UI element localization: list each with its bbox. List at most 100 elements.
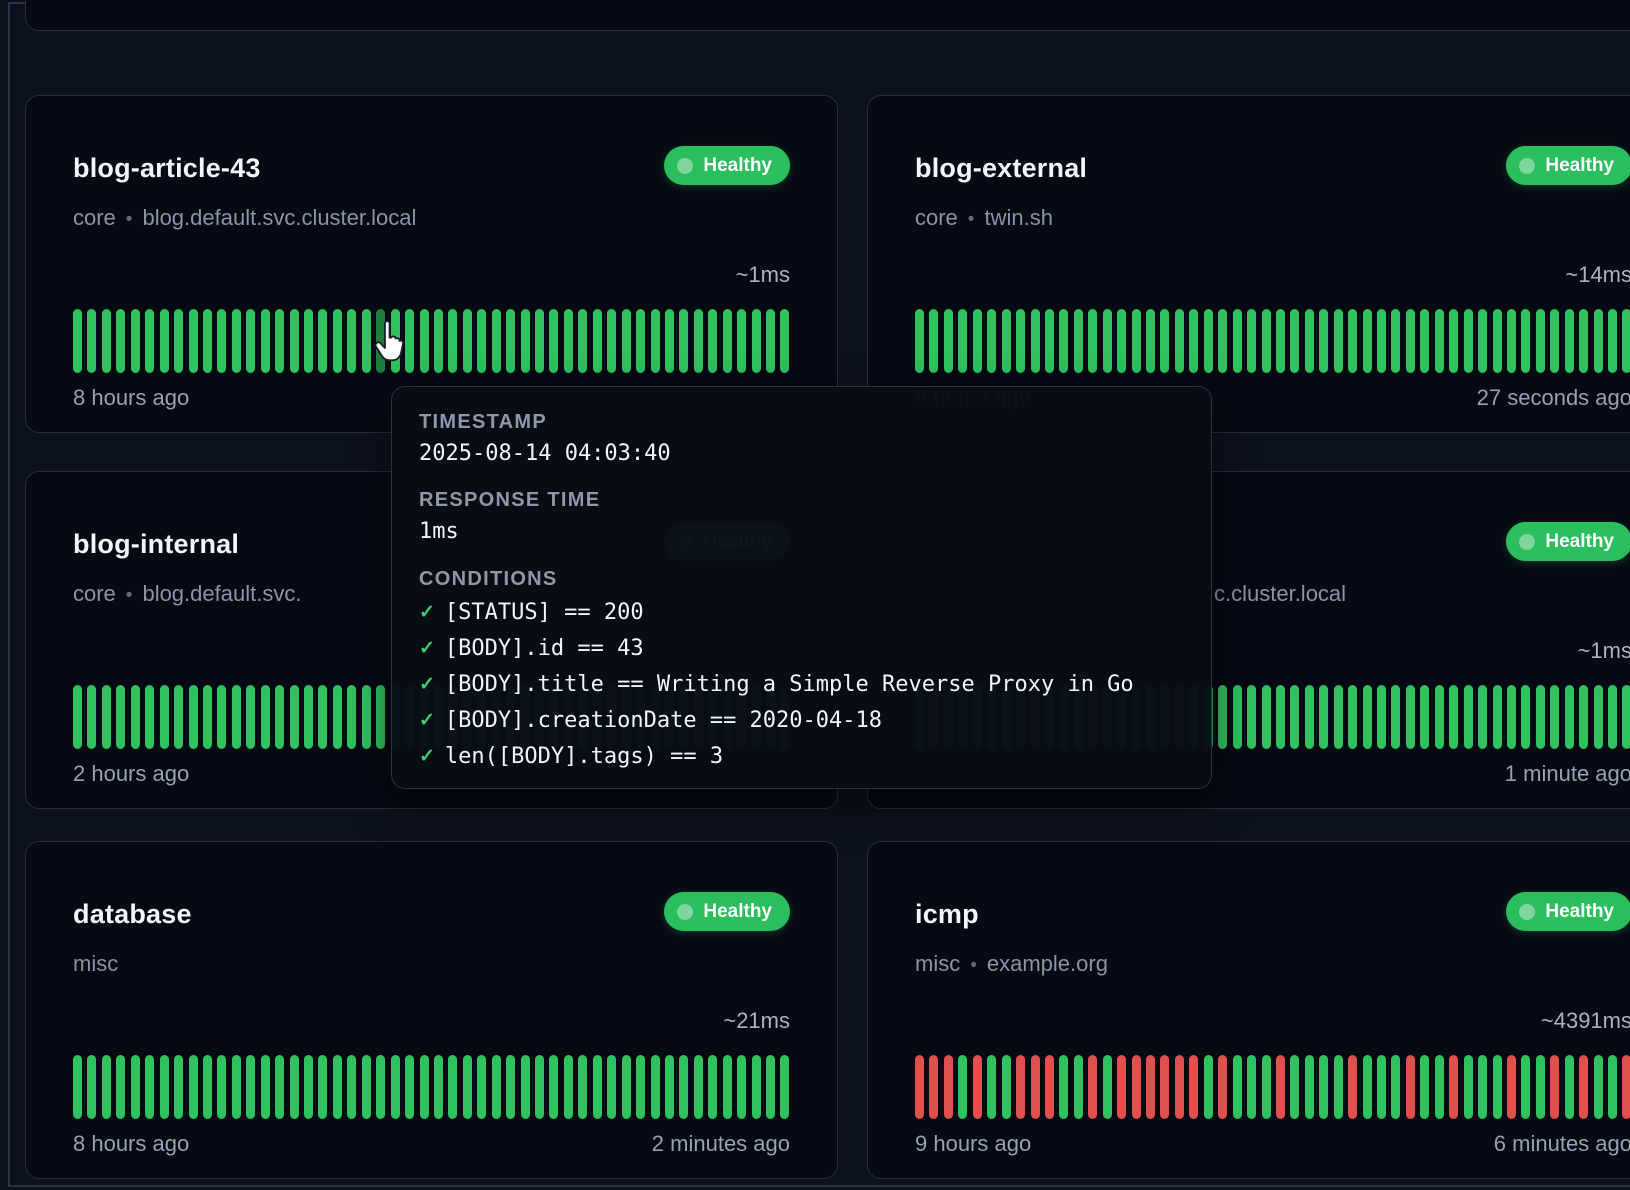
uptime-bar-down[interactable] — [1016, 1055, 1025, 1119]
uptime-bar-up[interactable] — [318, 685, 327, 749]
uptime-bar-up[interactable] — [1449, 309, 1458, 373]
uptime-bar-up[interactable] — [73, 309, 82, 373]
uptime-bar-up[interactable] — [160, 1055, 169, 1119]
uptime-bar-up[interactable] — [405, 1055, 414, 1119]
uptime-bar-up[interactable] — [958, 309, 967, 373]
uptime-bar-up[interactable] — [420, 309, 429, 373]
uptime-bar-up[interactable] — [651, 1055, 660, 1119]
uptime-bar-up[interactable] — [318, 1055, 327, 1119]
uptime-bar-up[interactable] — [564, 1055, 573, 1119]
uptime-bar-up[interactable] — [1493, 1055, 1502, 1119]
uptime-bar-up[interactable] — [723, 309, 732, 373]
uptime-bar-up[interactable] — [261, 685, 270, 749]
uptime-bar-up[interactable] — [448, 1055, 457, 1119]
uptime-bar-up[interactable] — [636, 1055, 645, 1119]
uptime-bar-chart[interactable] — [73, 309, 790, 373]
uptime-bar-up[interactable] — [1435, 309, 1444, 373]
uptime-bar-up[interactable] — [1262, 685, 1271, 749]
uptime-bar-up[interactable] — [578, 309, 587, 373]
uptime-bar-up[interactable] — [477, 309, 486, 373]
uptime-bar-up[interactable] — [1204, 309, 1213, 373]
uptime-bar-up[interactable] — [1175, 309, 1184, 373]
uptime-bar-up[interactable] — [521, 1055, 530, 1119]
uptime-bar-up[interactable] — [333, 309, 342, 373]
uptime-bar-up[interactable] — [246, 685, 255, 749]
uptime-bar-up[interactable] — [679, 309, 688, 373]
uptime-bar-down[interactable] — [1406, 1055, 1415, 1119]
uptime-bar-up[interactable] — [1579, 685, 1588, 749]
uptime-bar-up[interactable] — [1435, 1055, 1444, 1119]
uptime-bar-up[interactable] — [203, 1055, 212, 1119]
uptime-bar-up[interactable] — [1550, 309, 1559, 373]
uptime-bar-up[interactable] — [1478, 309, 1487, 373]
uptime-bar-up[interactable] — [1391, 685, 1400, 749]
uptime-bar-up[interactable] — [708, 1055, 717, 1119]
uptime-bar-down[interactable] — [1031, 1055, 1040, 1119]
uptime-bar-up[interactable] — [1478, 685, 1487, 749]
uptime-bar-up[interactable] — [1334, 309, 1343, 373]
uptime-bar-up[interactable] — [376, 1055, 385, 1119]
uptime-bar-up[interactable] — [564, 309, 573, 373]
uptime-bar-up[interactable] — [145, 1055, 154, 1119]
uptime-bar-up[interactable] — [1290, 1055, 1299, 1119]
uptime-bar-up[interactable] — [217, 309, 226, 373]
uptime-bar-up[interactable] — [463, 309, 472, 373]
uptime-bar-up[interactable] — [1305, 1055, 1314, 1119]
uptime-bar-up[interactable] — [535, 309, 544, 373]
uptime-bar-down[interactable] — [1622, 1055, 1630, 1119]
uptime-bar-up[interactable] — [304, 685, 313, 749]
card-icmp[interactable]: icmp misc•example.org Healthy ~4391ms 9 … — [867, 841, 1630, 1179]
uptime-bar-up[interactable] — [1521, 1055, 1530, 1119]
uptime-bar-up[interactable] — [1622, 309, 1630, 373]
uptime-bar-up[interactable] — [116, 309, 125, 373]
uptime-bar-up[interactable] — [434, 309, 443, 373]
uptime-bar-down[interactable] — [1088, 1055, 1097, 1119]
uptime-bar-up[interactable] — [1305, 309, 1314, 373]
uptime-bar-hovered[interactable] — [376, 309, 385, 373]
uptime-bar-down[interactable] — [1218, 1055, 1227, 1119]
uptime-bar-up[interactable] — [593, 1055, 602, 1119]
uptime-bar-up[interactable] — [737, 309, 746, 373]
uptime-bar-up[interactable] — [1536, 1055, 1545, 1119]
uptime-bar-up[interactable] — [987, 1055, 996, 1119]
uptime-bar-up[interactable] — [1074, 309, 1083, 373]
uptime-bar-up[interactable] — [492, 309, 501, 373]
uptime-bar-down[interactable] — [1579, 1055, 1588, 1119]
uptime-bar-up[interactable] — [217, 685, 226, 749]
uptime-bar-up[interactable] — [1132, 309, 1141, 373]
uptime-bar-up[interactable] — [1233, 1055, 1242, 1119]
uptime-bar-up[interactable] — [189, 309, 198, 373]
uptime-bar-up[interactable] — [1334, 1055, 1343, 1119]
uptime-bar-up[interactable] — [290, 309, 299, 373]
uptime-bar-up[interactable] — [1608, 685, 1617, 749]
uptime-bar-up[interactable] — [1290, 309, 1299, 373]
uptime-bar-up[interactable] — [1377, 685, 1386, 749]
uptime-bar-up[interactable] — [636, 309, 645, 373]
uptime-bar-up[interactable] — [189, 1055, 198, 1119]
uptime-bar-up[interactable] — [174, 1055, 183, 1119]
uptime-bar-up[interactable] — [102, 685, 111, 749]
uptime-bar-up[interactable] — [333, 1055, 342, 1119]
uptime-bar-up[interactable] — [973, 309, 982, 373]
uptime-bar-down[interactable] — [1175, 1055, 1184, 1119]
uptime-bar-up[interactable] — [275, 1055, 284, 1119]
uptime-bar-up[interactable] — [492, 1055, 501, 1119]
uptime-bar-up[interactable] — [1608, 1055, 1617, 1119]
uptime-bar-up[interactable] — [261, 309, 270, 373]
uptime-bar-up[interactable] — [607, 309, 616, 373]
uptime-bar-up[interactable] — [333, 685, 342, 749]
uptime-bar-up[interactable] — [1247, 685, 1256, 749]
uptime-bar-up[interactable] — [1565, 309, 1574, 373]
uptime-bar-up[interactable] — [477, 1055, 486, 1119]
uptime-bar-up[interactable] — [1608, 309, 1617, 373]
uptime-bar-up[interactable] — [131, 685, 140, 749]
uptime-bar-up[interactable] — [1074, 1055, 1083, 1119]
uptime-bar-down[interactable] — [915, 1055, 924, 1119]
uptime-bar-up[interactable] — [391, 309, 400, 373]
uptime-bar-up[interactable] — [1363, 1055, 1372, 1119]
uptime-bar-up[interactable] — [116, 685, 125, 749]
uptime-bar-up[interactable] — [318, 309, 327, 373]
uptime-bar-up[interactable] — [304, 309, 313, 373]
uptime-bar-down[interactable] — [973, 1055, 982, 1119]
uptime-bar-up[interactable] — [752, 309, 761, 373]
